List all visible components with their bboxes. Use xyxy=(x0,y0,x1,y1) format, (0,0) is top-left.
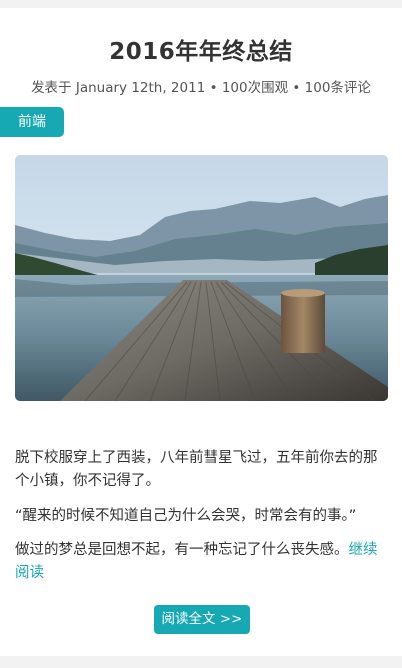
post-title[interactable]: 2016年年终总结 xyxy=(0,32,402,66)
post-excerpt-text: 做过的梦总是回想不起，有一种忘记了什么丧失感。 xyxy=(15,542,349,558)
post-excerpt-paragraph: 做过的梦总是回想不起，有一种忘记了什么丧失感。继续阅读 xyxy=(15,539,387,585)
post-excerpt-quote: “醒来的时候不知道自己为什么会哭，时常会有的事。” xyxy=(15,508,357,524)
category-tag[interactable]: 前端 xyxy=(0,107,64,137)
post-cover-image[interactable] xyxy=(15,155,388,401)
read-full-button[interactable]: 阅读全文 >> xyxy=(154,605,250,634)
post-meta: 发表于 January 12th, 2011 • 100次围观 • 100条评论 xyxy=(31,80,371,96)
post-excerpt-paragraph: 脱下校服穿上了西装，八年前彗星飞过，五年前你去的那个小镇，你不记得了。 xyxy=(15,450,378,489)
post-card: 2016年年终总结 发表于 January 12th, 2011 • 100次围… xyxy=(0,8,402,656)
